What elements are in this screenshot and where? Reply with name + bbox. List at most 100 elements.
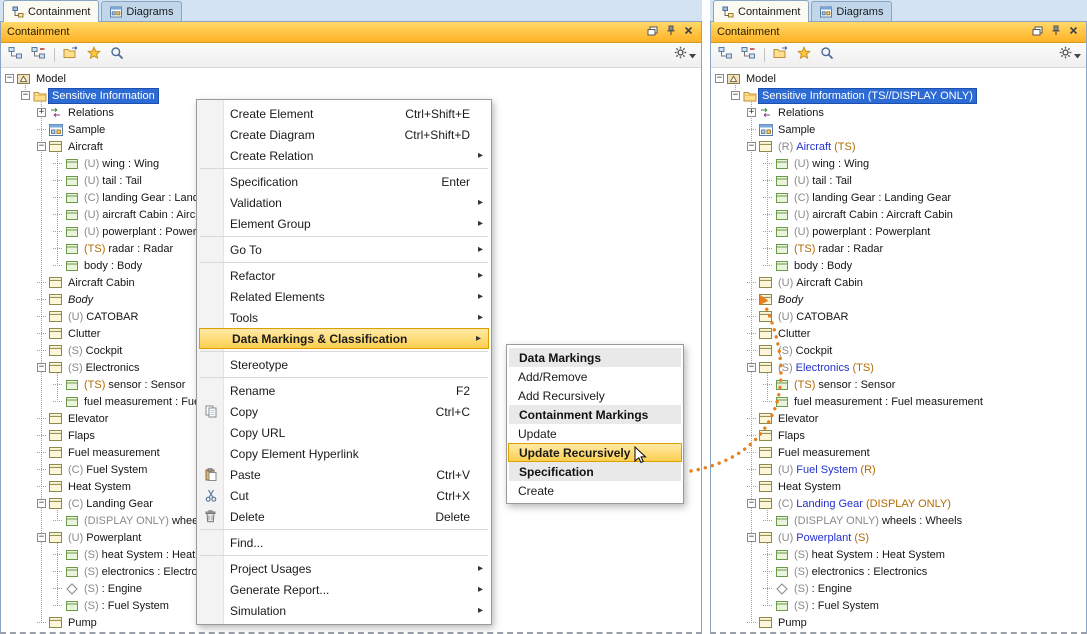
tree-row[interactable]: Clutter	[711, 325, 1086, 342]
tree-row[interactable]: (TS)sensor : Sensor	[711, 376, 1086, 393]
collapse-toggle-icon[interactable]: −	[747, 142, 756, 151]
tree-row[interactable]: (U)tail : Tail	[711, 172, 1086, 189]
tree-row[interactable]: (U)CATOBAR	[711, 308, 1086, 325]
pin-button[interactable]	[664, 26, 677, 39]
tree-row[interactable]: Flaps	[711, 427, 1086, 444]
close-button[interactable]	[1067, 26, 1080, 39]
collapse-toggle-icon[interactable]: −	[21, 91, 30, 100]
collapse-toggle-icon[interactable]: −	[5, 74, 14, 83]
options-button[interactable]	[674, 46, 696, 65]
collapse-toggle-icon[interactable]: −	[37, 363, 46, 372]
open-diagram-button[interactable]	[771, 46, 790, 65]
tree-row[interactable]: (DISPLAY ONLY)wheels : Wheels	[711, 512, 1086, 529]
tree-row[interactable]: (S)Cockpit	[711, 342, 1086, 359]
collapse-toggle-icon[interactable]: −	[37, 499, 46, 508]
expand-toggle-icon[interactable]: +	[37, 108, 46, 117]
collapse-button[interactable]	[716, 46, 735, 65]
menu-item-copy-url[interactable]: Copy URL	[198, 422, 490, 443]
menu-item-validation[interactable]: Validation▸	[198, 192, 490, 213]
collapse-button[interactable]	[6, 46, 25, 65]
submenu-item-add-recursively[interactable]: Add Recursively	[508, 386, 682, 405]
tree-row[interactable]: −(S)Electronics(TS)	[711, 359, 1086, 376]
tree-row[interactable]: −Model	[711, 70, 1086, 87]
menu-item-create-element[interactable]: Create ElementCtrl+Shift+E	[198, 103, 490, 124]
menu-item-copy-element-hyperlink[interactable]: Copy Element Hyperlink	[198, 443, 490, 464]
menu-item-delete[interactable]: DeleteDelete	[198, 506, 490, 527]
submenu-item-update-recursively[interactable]: Update Recursively	[508, 443, 682, 462]
tree-row[interactable]: Body	[711, 291, 1086, 308]
menu-item-create-relation[interactable]: Create Relation▸	[198, 145, 490, 166]
open-diagram-button[interactable]	[61, 46, 80, 65]
tree-row[interactable]: −Model	[1, 70, 701, 87]
menu-item-refactor[interactable]: Refactor▸	[198, 265, 490, 286]
collapse-toggle-icon[interactable]: −	[731, 91, 740, 100]
collapse-toggle-icon[interactable]: −	[37, 533, 46, 542]
tree-row[interactable]: −(C)Landing Gear(DISPLAY ONLY)	[711, 495, 1086, 512]
tree-row[interactable]: Fuel measurement	[711, 444, 1086, 461]
tree-row[interactable]: −Sensitive Information (TS//DISPLAY ONLY…	[711, 87, 1086, 104]
menu-item-simulation[interactable]: Simulation▸	[198, 600, 490, 621]
tree-row[interactable]: (U)aircraft Cabin : Aircraft Cabin	[711, 206, 1086, 223]
collapse-toggle-icon[interactable]: −	[37, 142, 46, 151]
menu-item-stereotype[interactable]: Stereotype	[198, 354, 490, 375]
options-button[interactable]	[1059, 46, 1081, 65]
menu-item-data-markings-classification[interactable]: Data Markings & Classification▸	[199, 328, 489, 349]
menu-item-related-elements[interactable]: Related Elements▸	[198, 286, 490, 307]
float-button[interactable]	[1031, 26, 1044, 39]
search-button[interactable]	[817, 46, 836, 65]
tree-row[interactable]: body : Body	[711, 257, 1086, 274]
tree-row[interactable]: (S): Engine	[711, 580, 1086, 597]
tree-row[interactable]: fuel measurement : Fuel measurement	[711, 393, 1086, 410]
tab-diagrams[interactable]: Diagrams	[101, 1, 182, 21]
collapse-toggle-icon[interactable]: −	[747, 363, 756, 372]
tree-row[interactable]: Sample	[711, 121, 1086, 138]
collapse-all-button[interactable]	[29, 46, 48, 65]
tree-row[interactable]: (TS)radar : Radar	[711, 240, 1086, 257]
collapse-toggle-icon[interactable]: −	[747, 533, 756, 542]
menu-item-rename[interactable]: RenameF2	[198, 380, 490, 401]
tree-row[interactable]: (S): Fuel System	[711, 597, 1086, 614]
menu-item-specification[interactable]: SpecificationEnter	[198, 171, 490, 192]
tree-row[interactable]: (U)Fuel System(R)	[711, 461, 1086, 478]
submenu-item-create[interactable]: Create	[508, 481, 682, 500]
menu-item-cut[interactable]: CutCtrl+X	[198, 485, 490, 506]
submenu-item-update[interactable]: Update	[508, 424, 682, 443]
menu-item-create-diagram[interactable]: Create DiagramCtrl+Shift+D	[198, 124, 490, 145]
menu-item-go-to[interactable]: Go To▸	[198, 239, 490, 260]
menu-item-element-group[interactable]: Element Group▸	[198, 213, 490, 234]
menu-item-label: Related Elements	[230, 290, 325, 304]
menu-item-project-usages[interactable]: Project Usages▸	[198, 558, 490, 579]
float-button[interactable]	[646, 26, 659, 39]
menu-item-generate-report[interactable]: Generate Report...▸	[198, 579, 490, 600]
tree-row[interactable]: Pump	[711, 614, 1086, 631]
menu-item-tools[interactable]: Tools▸	[198, 307, 490, 328]
menu-item-copy[interactable]: CopyCtrl+C	[198, 401, 490, 422]
tree-row[interactable]: −(U)Powerplant(S)	[711, 529, 1086, 546]
menu-item-paste[interactable]: PasteCtrl+V	[198, 464, 490, 485]
tab-containment[interactable]: Containment	[3, 0, 99, 22]
tab-containment[interactable]: Containment	[713, 0, 809, 22]
tree-row[interactable]: Heat System	[711, 478, 1086, 495]
submenu-item-add-remove[interactable]: Add/Remove	[508, 367, 682, 386]
expand-toggle-icon[interactable]: +	[747, 108, 756, 117]
tree-row[interactable]: +Relations	[711, 104, 1086, 121]
collapse-all-button[interactable]	[739, 46, 758, 65]
search-button[interactable]	[107, 46, 126, 65]
pin-button[interactable]	[1049, 26, 1062, 39]
favorites-button[interactable]	[84, 46, 103, 65]
tree-row[interactable]: Elevator	[711, 410, 1086, 427]
menu-item-find[interactable]: Find...	[198, 532, 490, 553]
part-icon	[64, 261, 79, 271]
tree-row[interactable]: (S)electronics : Electronics	[711, 563, 1086, 580]
tree-row[interactable]: −(R)Aircraft(TS)	[711, 138, 1086, 155]
collapse-toggle-icon[interactable]: −	[715, 74, 724, 83]
tree-row[interactable]: (U)wing : Wing	[711, 155, 1086, 172]
tree-row[interactable]: (U)powerplant : Powerplant	[711, 223, 1086, 240]
collapse-toggle-icon[interactable]: −	[747, 499, 756, 508]
tree-row[interactable]: (U)Aircraft Cabin	[711, 274, 1086, 291]
close-button[interactable]	[682, 26, 695, 39]
tree-row[interactable]: (S)heat System : Heat System	[711, 546, 1086, 563]
tree-row[interactable]: (C)landing Gear : Landing Gear	[711, 189, 1086, 206]
favorites-button[interactable]	[794, 46, 813, 65]
tab-diagrams[interactable]: Diagrams	[811, 1, 892, 21]
